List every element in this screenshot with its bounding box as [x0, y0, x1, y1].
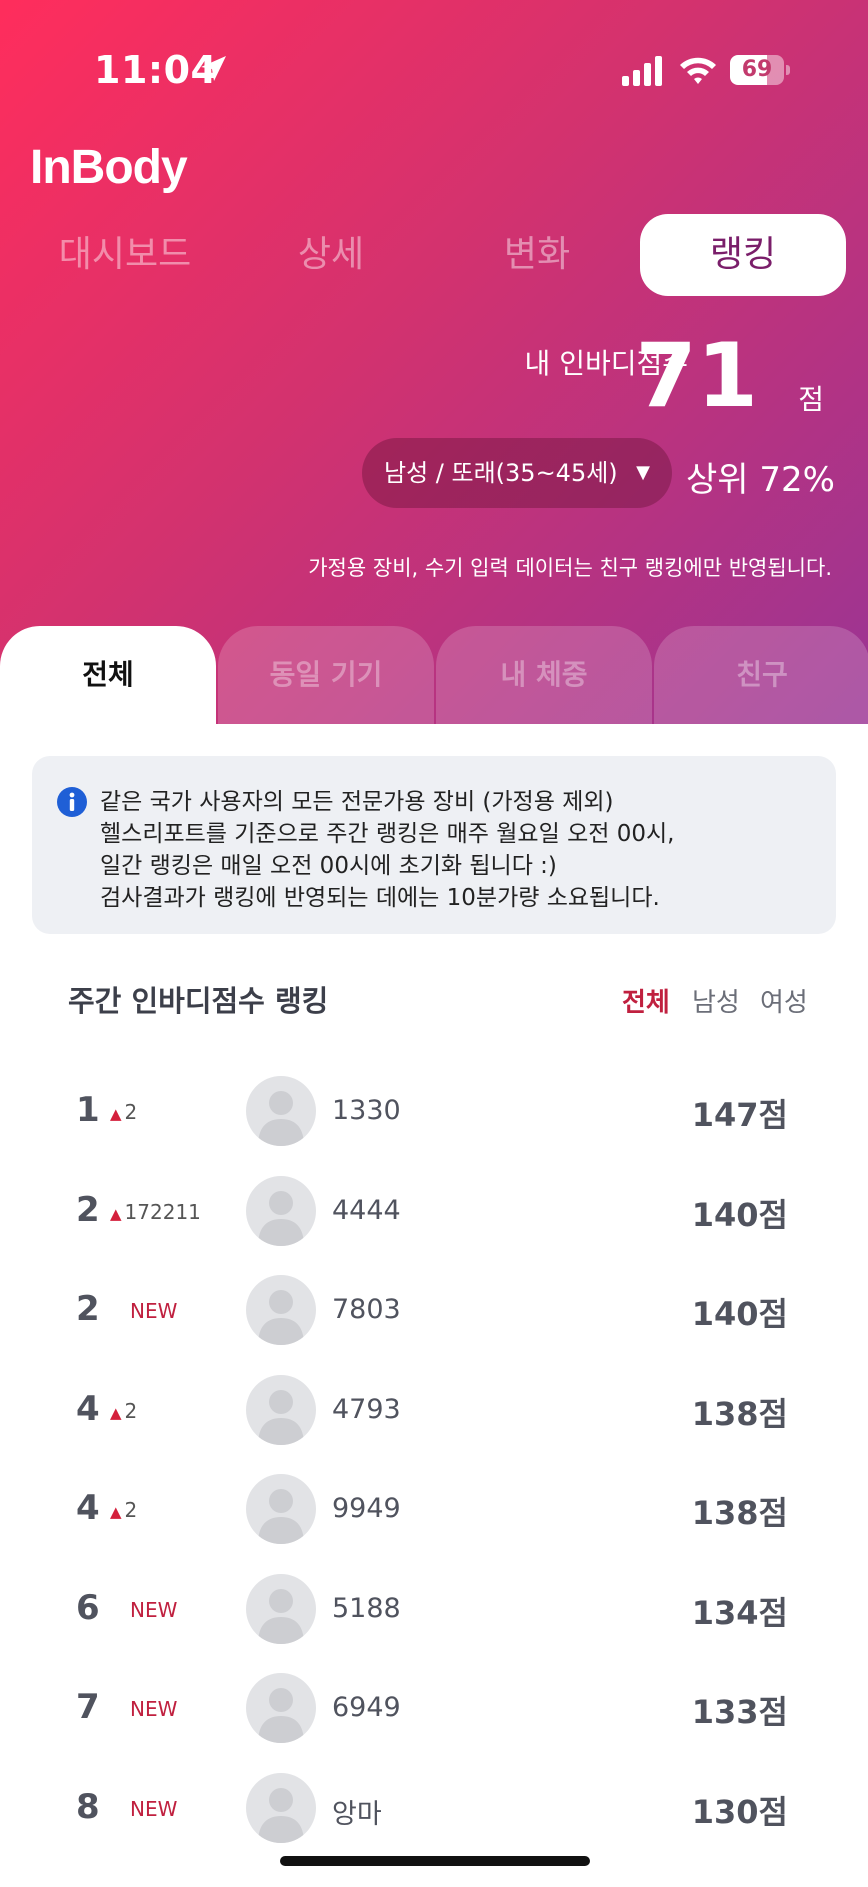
rank-number: 4	[76, 1388, 100, 1429]
percentile-text: 상위 72%	[686, 460, 835, 500]
tab-my-weight[interactable]: 내 체중	[436, 626, 652, 724]
ranking-row[interactable]: 1 ▲ 2 1330 147점	[0, 1062, 868, 1161]
peer-group-value: 남성 / 또래(35~45세)	[384, 459, 618, 487]
new-badge: NEW	[130, 1697, 178, 1721]
peer-group-select[interactable]: 남성 / 또래(35~45세) ▼	[362, 438, 672, 508]
battery-indicator: 69	[730, 55, 790, 85]
rank-number: 8	[76, 1786, 100, 1827]
user-name: 4793	[332, 1393, 401, 1425]
rank-change: ▲ 2	[110, 1100, 137, 1124]
user-score: 130점	[691, 1792, 788, 1831]
avatar	[246, 1474, 316, 1544]
user-score: 140점	[691, 1195, 788, 1234]
ranking-row[interactable]: 8 NEW 앙마 130점	[0, 1759, 868, 1858]
ranking-row[interactable]: 2 NEW 7803 140점	[0, 1261, 868, 1360]
filter-all[interactable]: 전체	[622, 982, 670, 1019]
ranking-row[interactable]: 4 ▲ 2 9949 138점	[0, 1460, 868, 1559]
rank-number: 6	[76, 1587, 100, 1628]
info-line-4: 검사결과가 랭킹에 반영되는 데에는 10분가량 소요됩니다.	[100, 885, 660, 911]
new-badge: NEW	[130, 1597, 178, 1622]
avatar	[246, 1673, 316, 1743]
user-name: 앙마	[332, 1798, 382, 1830]
top-nav-change[interactable]: 변화	[434, 214, 640, 296]
tab-friends[interactable]: 친구	[654, 626, 868, 724]
cellular-signal-icon	[622, 56, 662, 86]
my-score-value: 71	[635, 324, 758, 427]
top-nav-dashboard[interactable]: 대시보드	[22, 214, 228, 296]
new-badge: NEW	[130, 1796, 178, 1821]
user-name: 1330	[332, 1095, 401, 1126]
avatar	[246, 1076, 316, 1146]
info-line-2: 헬스리포트를 기준으로 주간 랭킹은 매주 월요일 오전 00시,	[100, 821, 675, 847]
rank-number: 1	[76, 1090, 100, 1130]
user-name: 5188	[332, 1592, 401, 1624]
avatar	[246, 1175, 316, 1246]
tab-same-device[interactable]: 동일 기기	[218, 626, 434, 724]
ranking-row[interactable]: 4 ▲ 2 4793 138점	[0, 1361, 868, 1460]
inbody-logo: InBody	[30, 141, 188, 194]
user-name: 4444	[332, 1194, 401, 1226]
avatar	[246, 1573, 316, 1644]
rank-change-value: 2	[124, 1398, 138, 1423]
avatar	[246, 1275, 316, 1345]
user-silhouette-icon	[258, 1787, 304, 1843]
user-score: 133점	[691, 1693, 788, 1731]
new-badge: NEW	[130, 1299, 178, 1323]
avatar	[246, 1772, 316, 1843]
up-arrow-icon: ▲	[110, 1105, 122, 1123]
user-score: 140점	[691, 1295, 788, 1333]
user-name: 7803	[332, 1294, 401, 1325]
ranking-tabs: 전체 동일 기기 내 체중 친구	[0, 626, 868, 724]
user-silhouette-icon	[258, 1588, 304, 1644]
up-arrow-icon: ▲	[110, 1403, 122, 1422]
top-nav-detail[interactable]: 상세	[228, 214, 434, 296]
rank-change: ▲ 172211	[110, 1200, 201, 1224]
user-name: 6949	[332, 1692, 401, 1723]
wifi-icon	[680, 57, 716, 84]
ranking-title: 주간 인바디점수 랭킹	[68, 984, 329, 1018]
user-score: 147점	[691, 1096, 788, 1134]
status-bar: 11:04 69	[0, 0, 868, 140]
user-score: 138점	[691, 1494, 788, 1532]
top-nav-ranking[interactable]: 랭킹	[640, 214, 846, 296]
filter-female[interactable]: 여성	[760, 982, 808, 1019]
user-silhouette-icon	[258, 1688, 304, 1743]
info-line-1: 같은 국가 사용자의 모든 전문가용 장비 (가정용 제외)	[100, 789, 614, 815]
tab-all[interactable]: 전체	[0, 626, 216, 724]
user-score: 134점	[691, 1593, 788, 1632]
rank-change-value: 2	[124, 1100, 138, 1124]
battery-percent: 69	[741, 57, 773, 82]
ranking-row[interactable]: 2 ▲ 172211 4444 140점	[0, 1162, 868, 1261]
rank-change-value: 2	[124, 1498, 138, 1522]
rank-change: ▲ 2	[110, 1399, 137, 1423]
up-arrow-icon: ▲	[110, 1204, 122, 1223]
rank-number: 7	[76, 1687, 100, 1727]
top-nav: 대시보드 상세 변화 랭킹	[0, 214, 868, 296]
user-name: 9949	[332, 1493, 401, 1524]
location-arrow-icon	[201, 56, 226, 81]
ranking-row[interactable]: 6 NEW 5188 134점	[0, 1560, 868, 1659]
avatar	[246, 1374, 316, 1445]
user-silhouette-icon	[258, 1091, 304, 1146]
user-silhouette-icon	[258, 1389, 304, 1445]
info-box: 같은 국가 사용자의 모든 전문가용 장비 (가정용 제외) 헬스리포트를 기준…	[32, 756, 836, 934]
my-score-unit: 점	[798, 383, 824, 416]
user-silhouette-icon	[258, 1190, 304, 1246]
rank-number: 2	[76, 1189, 100, 1230]
info-icon	[57, 787, 87, 817]
rank-change: ▲ 2	[110, 1498, 137, 1522]
user-silhouette-icon	[258, 1290, 304, 1345]
ranking-row[interactable]: 7 NEW 6949 133점	[0, 1659, 868, 1758]
rank-change-value: 172211	[124, 1199, 201, 1224]
home-indicator	[280, 1856, 590, 1866]
user-score: 138점	[691, 1394, 788, 1433]
user-silhouette-icon	[258, 1489, 304, 1544]
up-arrow-icon: ▲	[110, 1503, 122, 1521]
info-line-3: 일간 랭킹은 매일 오전 00시에 초기화 됩니다 :)	[100, 853, 557, 879]
caret-down-icon: ▼	[636, 462, 650, 483]
rank-number: 2	[76, 1289, 100, 1329]
rank-number: 4	[76, 1488, 100, 1528]
filter-male[interactable]: 남성	[692, 982, 740, 1019]
ranking-notice: 가정용 장비, 수기 입력 데이터는 친구 랭킹에만 반영됩니다.	[308, 556, 832, 580]
